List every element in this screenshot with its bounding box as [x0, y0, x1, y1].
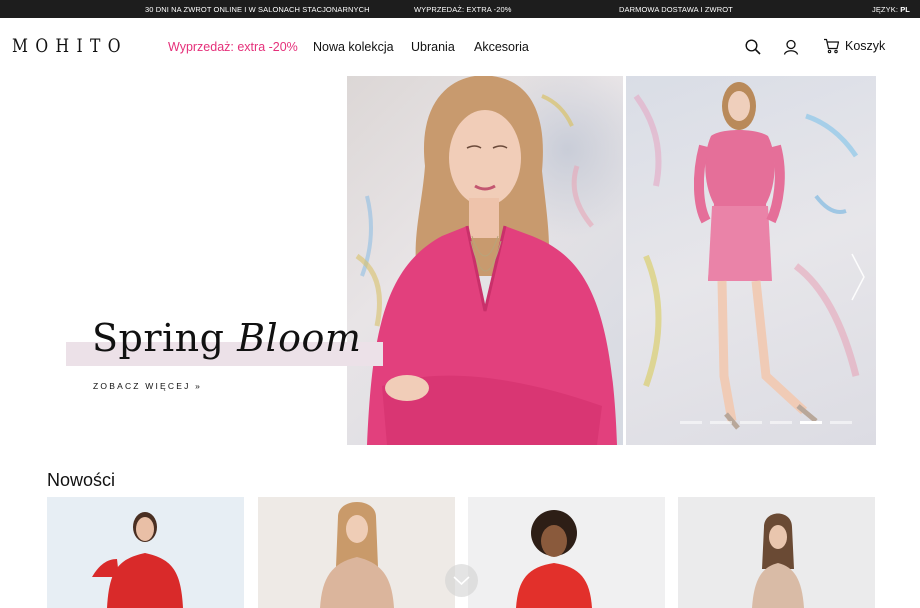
slider-dot[interactable] — [740, 421, 762, 424]
slider-pagination — [680, 421, 852, 424]
hero-headline-italic: Bloom — [237, 316, 362, 360]
site-header: MOHITO Wyprzedaż: extra -20% Nowa kolekc… — [0, 18, 920, 76]
language-label: JĘZYK: — [871, 5, 899, 14]
slider-dot[interactable] — [830, 421, 852, 424]
nav-item-sale[interactable]: Wyprzedaż: extra -20% — [168, 40, 298, 54]
promo-sale[interactable]: WYPRZEDAŻ: EXTRA -20% — [414, 5, 512, 14]
nav-item-clothes[interactable]: Ubrania — [411, 40, 455, 54]
model-pink-dress-illustration — [633, 82, 860, 430]
see-more-link[interactable]: ZOBACZ WIĘCEJ » — [93, 381, 202, 391]
hero-photo-model-pink-dress[interactable] — [626, 76, 876, 445]
slider-dot[interactable] — [710, 421, 732, 424]
product-image-red-dress — [92, 512, 183, 608]
slider-dot[interactable] — [680, 421, 702, 424]
product-card[interactable] — [678, 497, 875, 608]
product-image-beige-knit — [752, 513, 804, 608]
promo-bar: 30 DNI NA ZWROT ONLINE I W SALONACH STAC… — [0, 0, 920, 18]
hero-photo-model-pink-sweater[interactable] — [347, 76, 623, 445]
section-title-new-arrivals: Nowości — [47, 470, 116, 490]
cart-icon — [824, 38, 840, 54]
product-card[interactable] — [258, 497, 455, 608]
model-pink-sweater-illustration — [355, 76, 617, 445]
language-selector[interactable]: JĘZYK: PL — [872, 5, 910, 14]
hero-slider: Spring Bloom ZOBACZ WIĘCEJ » — [0, 76, 920, 446]
hero-headline-regular: Spring — [92, 316, 225, 360]
product-card[interactable] — [47, 497, 244, 608]
product-card[interactable] — [468, 497, 665, 608]
slider-dot[interactable] — [770, 421, 792, 424]
product-image-red-sweatshirt — [516, 510, 592, 608]
promo-delivery[interactable]: DARMOWA DOSTAWA I ZWROT — [619, 5, 733, 14]
brand-logo[interactable]: MOHITO — [12, 35, 128, 57]
cart-label: Koszyk — [845, 39, 886, 53]
chevron-down-icon — [453, 576, 470, 586]
nav-item-new-collection[interactable]: Nowa kolekcja — [313, 40, 394, 54]
chevron-left-icon[interactable] — [56, 252, 72, 302]
product-image-beige-dress — [320, 502, 394, 608]
language-value: PL — [900, 5, 910, 14]
user-icon[interactable] — [782, 38, 800, 56]
search-icon[interactable] — [744, 38, 762, 56]
nav-item-accessories[interactable]: Akcesoria — [474, 40, 529, 54]
cart-button[interactable]: Koszyk — [823, 38, 885, 54]
scroll-down-button[interactable] — [445, 564, 478, 597]
hero-headline: Spring Bloom — [92, 316, 361, 360]
slider-dot-active[interactable] — [800, 421, 822, 424]
chevron-right-icon[interactable] — [850, 252, 866, 302]
promo-returns[interactable]: 30 DNI NA ZWROT ONLINE I W SALONACH STAC… — [145, 5, 370, 14]
